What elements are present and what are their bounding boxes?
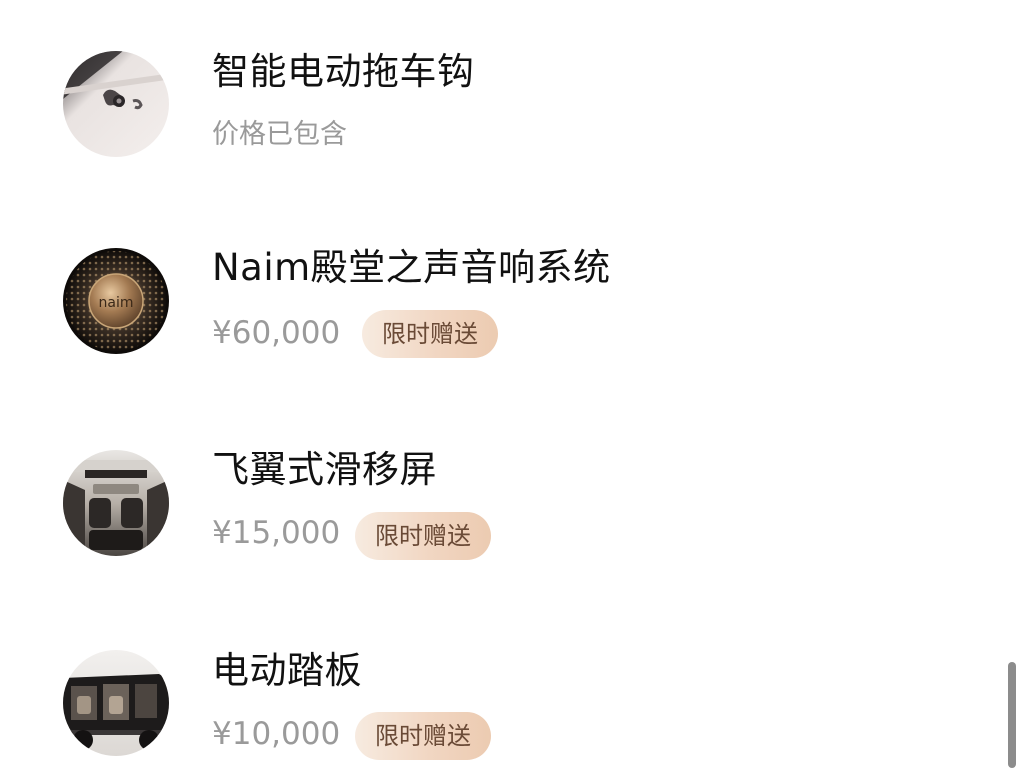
option-price: ¥10,000 (212, 716, 341, 752)
option-price: ¥15,000 (212, 515, 341, 551)
scrollbar[interactable] (1008, 662, 1016, 768)
promo-badge: 限时赠送 (355, 712, 491, 760)
tow-hook-image (63, 51, 169, 157)
promo-badge: 限时赠送 (355, 512, 491, 560)
sliding-screen-image (63, 450, 169, 556)
price-included-note: 价格已包含 (212, 119, 347, 150)
option-title: 飞翼式滑移屏 (212, 448, 437, 491)
option-price: ¥60,000 (212, 315, 341, 351)
naim-logo: naim (99, 295, 134, 311)
list-item-sliding-screen[interactable]: 飞翼式滑移屏 ¥15,000 限时赠送 (0, 438, 1000, 578)
car-interior-icon (63, 450, 169, 556)
speaker-icon: naim (63, 248, 169, 354)
option-title: 智能电动拖车钩 (212, 50, 475, 93)
list-item-power-step[interactable]: 电动踏板 ¥10,000 限时赠送 (0, 640, 1000, 768)
option-title: Naim殿堂之声音响系统 (212, 246, 611, 289)
option-title: 电动踏板 (212, 649, 362, 692)
naim-speaker-image: naim (63, 248, 169, 354)
options-list-page: 智能电动拖车钩 价格已包含 naim Naim殿堂之声音响系统 ¥60,000 … (0, 0, 1024, 768)
promo-badge: 限时赠送 (362, 310, 498, 358)
list-item-tow-hook[interactable]: 智能电动拖车钩 价格已包含 (0, 38, 1000, 178)
list-item-naim-audio[interactable]: naim Naim殿堂之声音响系统 ¥60,000 限时赠送 (0, 238, 1000, 378)
tow-hook-icon (63, 51, 169, 157)
car-side-icon (63, 650, 169, 756)
power-step-image (63, 650, 169, 756)
